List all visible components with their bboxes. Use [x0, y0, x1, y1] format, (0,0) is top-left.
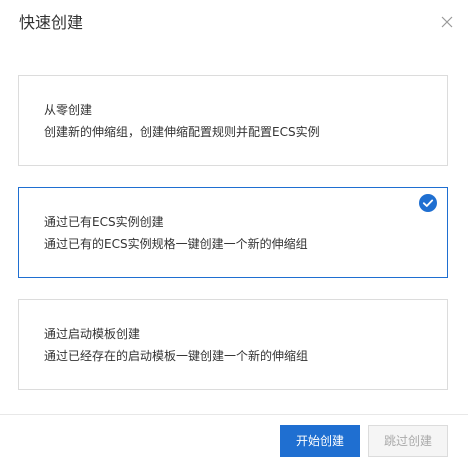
option-title: 通过启动模板创建 — [44, 327, 141, 341]
check-circle-icon — [419, 194, 437, 212]
option-title: 通过已有ECS实例创建 — [44, 215, 164, 229]
dialog-title: 快速创建 — [19, 13, 84, 32]
quick-create-dialog: 快速创建 从零创建 创建新的伸缩组，创建伸缩配置规则并配置ECS实例 通过已有E… — [0, 0, 468, 464]
option-card-from-launch-template[interactable]: 通过启动模板创建 通过已经存在的启动模板一键创建一个新的伸缩组 — [18, 299, 448, 390]
close-icon — [441, 16, 453, 28]
option-title: 从零创建 — [44, 103, 93, 117]
option-card-from-ecs-instance[interactable]: 通过已有ECS实例创建 通过已有的ECS实例规格一键创建一个新的伸缩组 — [18, 187, 448, 278]
skip-create-button[interactable]: 跳过创建 — [368, 425, 448, 457]
option-card-from-scratch[interactable]: 从零创建 创建新的伸缩组，创建伸缩配置规则并配置ECS实例 — [18, 75, 448, 166]
option-description: 创建新的伸缩组，创建伸缩配置规则并配置ECS实例 — [44, 125, 320, 139]
option-description: 通过已有的ECS实例规格一键创建一个新的伸缩组 — [44, 237, 308, 251]
start-create-button[interactable]: 开始创建 — [280, 425, 360, 457]
close-button[interactable] — [440, 14, 454, 28]
option-description: 通过已经存在的启动模板一键创建一个新的伸缩组 — [44, 349, 309, 363]
footer-divider — [0, 414, 468, 415]
